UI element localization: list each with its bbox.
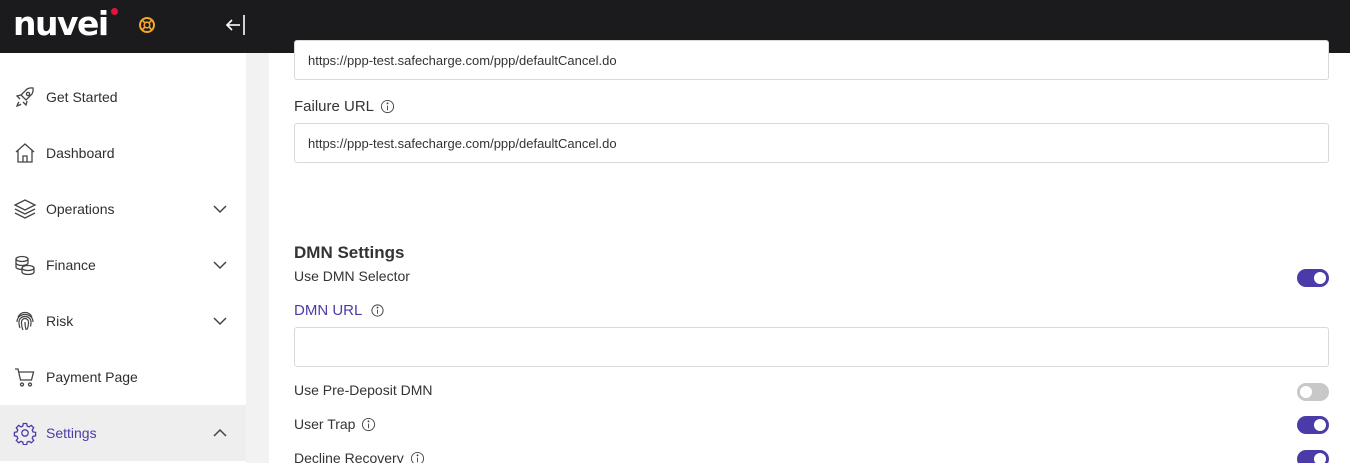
dmn-url-label: DMN URL <box>294 302 385 319</box>
toggle-knob <box>1314 272 1326 284</box>
sidebar-item-operations[interactable]: Operations <box>0 181 246 237</box>
coins-icon <box>15 255 35 276</box>
use-dmn-selector-toggle[interactable] <box>1297 269 1329 287</box>
failure-url-input[interactable]: https://ppp-test.safecharge.com/ppp/defa… <box>294 123 1329 163</box>
info-icon[interactable] <box>410 451 425 463</box>
rocket-icon <box>15 87 34 108</box>
logo-dot <box>111 8 118 15</box>
sidebar-item-payment-page[interactable]: Payment Page <box>0 349 246 405</box>
cart-icon <box>15 368 35 387</box>
sidebar-item-label: Finance <box>46 257 96 273</box>
sidebar-item-label: Get Started <box>46 89 118 105</box>
chevron-up-icon[interactable] <box>212 425 228 441</box>
nuvei-logo[interactable]: nuvei <box>13 4 155 44</box>
failure-url-label: Failure URL <box>294 98 395 115</box>
sidebar-item-label: Settings <box>46 425 97 441</box>
user-trap-label-text: User Trap <box>294 416 356 432</box>
logo-text: nuvei <box>13 4 109 43</box>
decline-recovery-toggle[interactable] <box>1297 450 1329 463</box>
user-trap-toggle[interactable] <box>1297 416 1329 434</box>
sidebar-item-get-started[interactable]: Get Started <box>0 69 246 125</box>
toggle-knob <box>1300 386 1312 398</box>
toggle-knob <box>1314 453 1326 463</box>
collapse-sidebar-button[interactable] <box>224 12 250 38</box>
cancel-url-input[interactable]: https://ppp-test.safecharge.com/ppp/defa… <box>294 40 1329 80</box>
sidebar-item-finance[interactable]: Finance <box>0 237 246 293</box>
sidebar-item-label: Dashboard <box>46 145 115 161</box>
chevron-down-icon[interactable] <box>212 201 228 217</box>
use-pre-deposit-dmn-toggle[interactable] <box>1297 383 1329 401</box>
dmn-settings-title: DMN Settings <box>294 243 405 262</box>
sidebar-item-label: Risk <box>46 313 74 329</box>
main-content: https://ppp-test.safecharge.com/ppp/defa… <box>269 40 1350 463</box>
sidebar-item-label: Operations <box>46 201 115 217</box>
use-pre-deposit-dmn-label: Use Pre-Deposit DMN <box>294 382 433 398</box>
decline-recovery-label: Decline Recovery <box>294 450 425 463</box>
decline-recovery-label-text: Decline Recovery <box>294 450 404 463</box>
chevron-down-icon[interactable] <box>212 257 228 273</box>
info-icon[interactable] <box>370 303 385 318</box>
info-icon[interactable] <box>380 99 395 114</box>
chevron-down-icon[interactable] <box>212 313 228 329</box>
sidebar-item-label: Payment Page <box>46 369 138 385</box>
dmn-url-label-text: DMN URL <box>294 302 363 319</box>
user-trap-label: User Trap <box>294 416 376 432</box>
gear-icon <box>13 422 37 445</box>
info-icon[interactable] <box>361 417 376 432</box>
fingerprint-icon <box>16 311 34 331</box>
toggle-knob <box>1314 419 1326 431</box>
home-icon <box>15 143 35 163</box>
dmn-url-input[interactable] <box>294 327 1329 367</box>
logo-mark-icon <box>139 17 155 33</box>
sidebar: Get Started Dashboard Operations Finance <box>0 53 246 463</box>
sidebar-item-settings[interactable]: Settings <box>0 405 246 461</box>
arrow-left-bar-icon <box>225 15 245 35</box>
sidebar-item-risk[interactable]: Risk <box>0 293 246 349</box>
sidebar-item-dashboard[interactable]: Dashboard <box>0 125 246 181</box>
content-gutter <box>246 53 269 463</box>
failure-url-label-text: Failure URL <box>294 98 375 115</box>
layers-icon <box>13 199 37 219</box>
use-dmn-selector-label: Use DMN Selector <box>294 268 410 284</box>
